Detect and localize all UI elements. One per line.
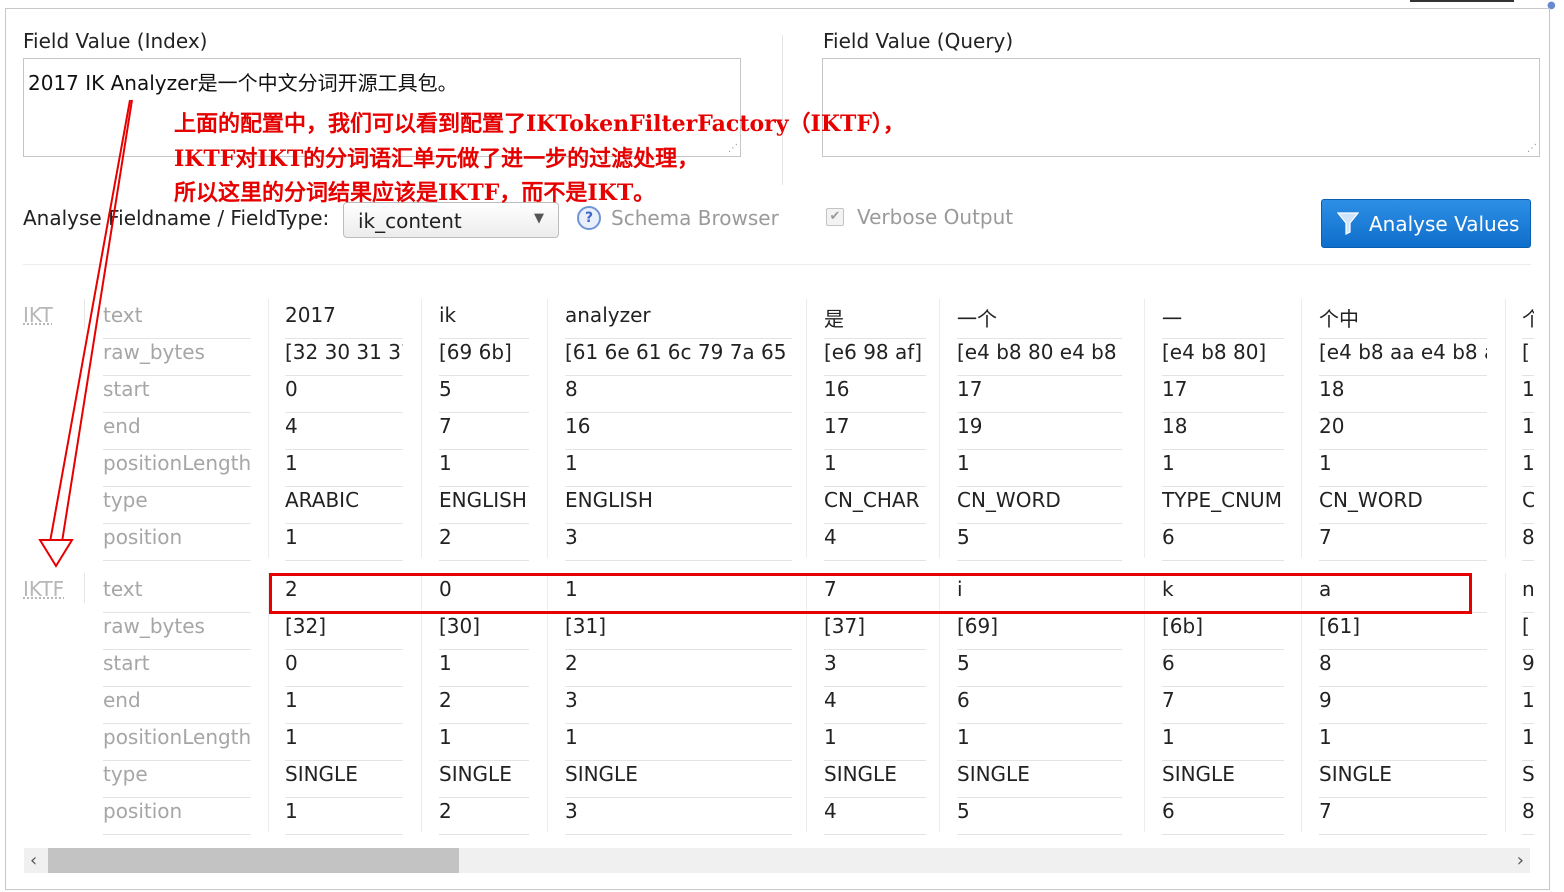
annotation-arrow	[38, 99, 133, 568]
